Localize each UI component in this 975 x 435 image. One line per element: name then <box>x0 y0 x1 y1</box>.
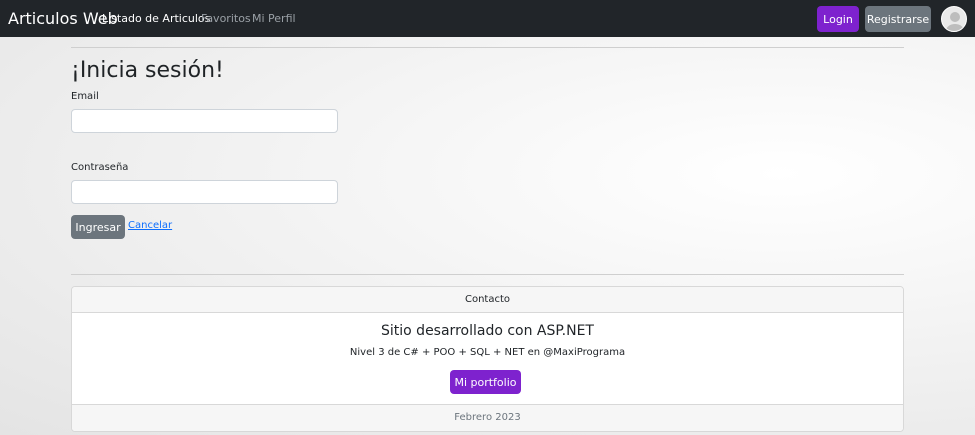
page-title: ¡Inicia sesión! <box>71 58 224 83</box>
cancel-link[interactable]: Cancelar <box>128 220 172 231</box>
card-title: Sitio desarrollado con ASP.NET <box>381 323 594 339</box>
password-label: Contraseña <box>71 162 129 173</box>
card-footer: Febrero 2023 <box>72 404 903 431</box>
card-text: Nivel 3 de C# + POO + SQL + NET en @Maxi… <box>349 347 626 358</box>
portfolio-button[interactable]: Mi portfolio <box>450 370 521 394</box>
nav-link-listado[interactable]: Listado de Articulos <box>102 12 210 25</box>
nav-link-favoritos[interactable]: Favoritos <box>201 12 251 25</box>
email-label: Email <box>71 91 99 102</box>
ingresar-button[interactable]: Ingresar <box>71 215 125 239</box>
nav-link-mi-perfil[interactable]: Mi Perfil <box>252 12 296 25</box>
top-navbar: Articulos Web Listado de Articulos Favor… <box>0 0 975 37</box>
bottom-divider <box>71 274 904 275</box>
password-field[interactable] <box>71 180 338 204</box>
register-button[interactable]: Registrarse <box>865 6 931 32</box>
user-avatar-icon[interactable] <box>941 6 967 32</box>
email-field[interactable] <box>71 109 338 133</box>
top-divider <box>71 47 904 48</box>
contact-card: Contacto Sitio desarrollado con ASP.NET … <box>71 286 904 432</box>
card-header: Contacto <box>72 287 903 313</box>
login-button[interactable]: Login <box>817 6 859 32</box>
